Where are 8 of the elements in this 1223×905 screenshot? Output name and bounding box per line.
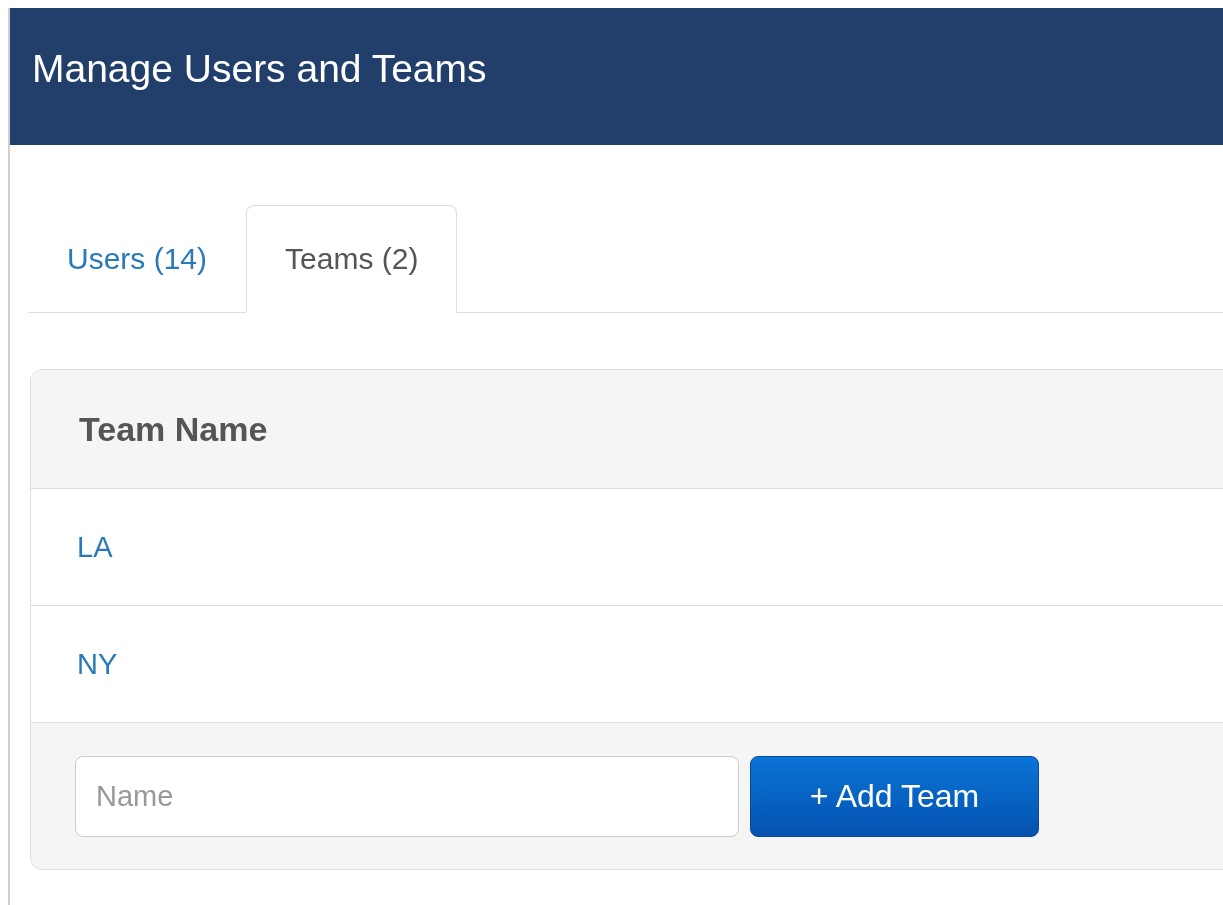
tab[interactable]: Teams (2) [246, 205, 458, 313]
tab[interactable]: Users (14) [28, 205, 247, 313]
page-title: Manage Users and Teams [32, 46, 487, 91]
team-link[interactable]: NY [77, 647, 118, 681]
team-link[interactable]: LA [77, 530, 113, 564]
add-team-button[interactable]: + Add Team [750, 755, 1039, 837]
column-header: Team Name [79, 409, 268, 449]
name-field[interactable]: Name [75, 755, 739, 837]
